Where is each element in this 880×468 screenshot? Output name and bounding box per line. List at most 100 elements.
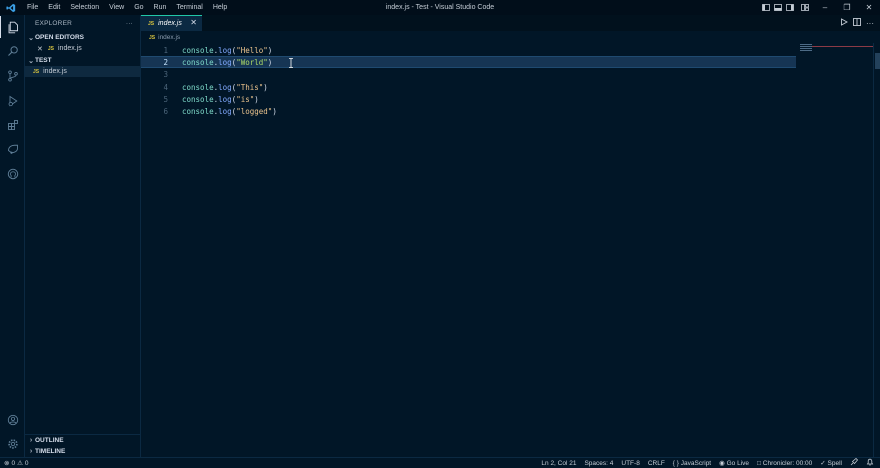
maximize-button[interactable]: ❐ (836, 0, 858, 15)
source-control-icon[interactable] (0, 65, 25, 87)
broadcast-icon: ◉ (719, 460, 725, 467)
check-icon: ✓ (820, 460, 826, 467)
cursor-position[interactable]: Ln 2, Col 21 (541, 460, 576, 467)
run-debug-icon[interactable] (0, 90, 25, 112)
close-window-button[interactable]: ✕ (858, 0, 880, 15)
menu-go[interactable]: Go (129, 0, 148, 15)
github-icon[interactable] (0, 163, 25, 185)
tab-index-js[interactable]: JS index.js ✕ (141, 15, 202, 31)
code-text: console.log("is") (182, 94, 259, 104)
toggle-secondary-sidebar-icon[interactable] (784, 0, 796, 15)
notifications-bell-icon[interactable] (866, 458, 874, 468)
explorer-icon[interactable] (0, 16, 25, 38)
chevron-right-icon: › (29, 448, 33, 455)
toggle-panel-icon[interactable] (772, 0, 784, 15)
explorer-sidebar: EXPLORER ··· ⌄ OPEN EDITORS ✕ JS index.j… (25, 15, 141, 457)
go-live-button[interactable]: ◉ Go Live (719, 459, 749, 467)
menu-edit[interactable]: Edit (43, 0, 65, 15)
window-controls: – ❐ ✕ (760, 0, 880, 15)
explorer-header: EXPLORER ··· (25, 15, 140, 32)
encoding[interactable]: UTF-8 (621, 460, 639, 467)
menu-view[interactable]: View (104, 0, 129, 15)
close-tab-icon[interactable]: ✕ (190, 18, 197, 27)
code-text: console.log("Hello") (182, 45, 273, 55)
breadcrumb-file[interactable]: index.js (158, 34, 180, 41)
js-file-icon: JS (47, 45, 54, 52)
code-line-6[interactable]: 6 console.log("logged") (141, 105, 796, 117)
indentation[interactable]: Spaces: 4 (584, 460, 613, 467)
activity-bar (0, 15, 25, 457)
menu-selection[interactable]: Selection (65, 0, 104, 15)
js-file-icon: JS (149, 34, 156, 41)
run-file-icon[interactable] (840, 18, 848, 28)
record-square-icon: □ (757, 459, 761, 467)
tab-label: index.js (158, 20, 182, 27)
code-line-4[interactable]: 4 console.log("This") (141, 81, 796, 93)
line-number: 4 (163, 82, 168, 92)
language-mode[interactable]: { } JavaScript (673, 460, 711, 467)
spell-label: Spell (827, 460, 842, 467)
js-file-icon: JS (33, 68, 40, 75)
code-line-2[interactable]: 2 console.log("World") (141, 56, 796, 68)
file-item-index-js[interactable]: JS index.js (25, 66, 140, 77)
scrollbar-thumb[interactable] (875, 53, 880, 69)
code-line-1[interactable]: 1 console.log("Hello") (141, 44, 796, 56)
problems-indicator[interactable]: ⊗ 0 ⚠ 0 (0, 459, 29, 468)
remote-explorer-icon[interactable] (0, 138, 25, 160)
code-editor[interactable]: 1 console.log("Hello") 2 console.log("Wo… (141, 43, 880, 457)
braces-icon: { } (672, 459, 679, 467)
menu-file[interactable]: File (22, 0, 43, 15)
explorer-more-actions-icon[interactable]: ··· (126, 20, 133, 27)
close-editor-icon[interactable]: ✕ (37, 45, 43, 53)
outline-section[interactable]: › OUTLINE (25, 435, 141, 446)
text-cursor-ibeam-icon (289, 58, 293, 68)
spell-status[interactable]: ✓ Spell (820, 459, 842, 467)
editor-tab-bar: JS index.js ✕ ··· (141, 15, 880, 31)
account-icon[interactable] (0, 409, 25, 431)
chronicler-label: Chronicler: 00:00 (762, 459, 813, 467)
status-bar: ⊗ 0 ⚠ 0 Ln 2, Col 21 Spaces: 4 UTF-8 CRL… (0, 457, 880, 468)
open-editor-filename: index.js (58, 45, 82, 52)
open-editors-label: OPEN EDITORS (35, 34, 85, 41)
code-text: console.log("logged") (182, 106, 277, 116)
editor-scrollbar[interactable] (873, 43, 880, 457)
sidebar-bottom-sections: › OUTLINE › TIMELINE (25, 434, 141, 457)
toggle-sidebar-icon[interactable] (760, 0, 772, 15)
title-bar: File Edit Selection View Go Run Terminal… (0, 0, 880, 15)
more-actions-icon[interactable]: ··· (866, 19, 874, 28)
manage-gear-icon[interactable] (0, 433, 25, 455)
extensions-icon[interactable] (0, 114, 25, 136)
search-icon[interactable] (0, 40, 25, 62)
go-live-label: Go Live (726, 460, 750, 467)
feedback-icon[interactable] (850, 457, 859, 468)
folder-section-test[interactable]: ⌄ TEST (25, 55, 140, 66)
menu-run[interactable]: Run (149, 0, 172, 15)
open-editors-section[interactable]: ⌄ OPEN EDITORS (25, 32, 140, 43)
minimap[interactable] (800, 43, 873, 53)
menu-terminal[interactable]: Terminal (171, 0, 207, 15)
open-editor-item[interactable]: ✕ JS index.js (25, 43, 140, 54)
chronicler-status[interactable]: □ Chronicler: 00:00 (757, 460, 812, 467)
outline-label: OUTLINE (35, 437, 64, 444)
code-line-3[interactable]: 3 (141, 68, 796, 80)
language-label: JavaScript (680, 459, 712, 467)
line-number: 5 (163, 94, 168, 104)
js-file-icon: JS (148, 20, 155, 27)
editor-actions: ··· (840, 15, 874, 31)
status-right: Ln 2, Col 21 Spaces: 4 UTF-8 CRLF { } Ja… (541, 457, 874, 468)
line-ending[interactable]: CRLF (648, 460, 665, 467)
minimize-button[interactable]: – (814, 0, 836, 15)
warning-icon: ⚠ (17, 460, 23, 467)
menu-help[interactable]: Help (208, 0, 232, 15)
split-editor-icon[interactable] (853, 18, 861, 28)
line-number: 3 (163, 69, 168, 79)
line-number: 1 (163, 45, 168, 55)
timeline-section[interactable]: › TIMELINE (25, 446, 141, 457)
explorer-title: EXPLORER (35, 20, 73, 27)
code-line-5[interactable]: 5 console.log("is") (141, 93, 796, 105)
chevron-down-icon: ⌄ (28, 57, 34, 65)
breadcrumb[interactable]: JS index.js (149, 32, 180, 43)
vscode-logo-icon[interactable] (0, 0, 22, 15)
customize-layout-icon[interactable] (796, 0, 814, 15)
chevron-right-icon: › (29, 437, 33, 444)
